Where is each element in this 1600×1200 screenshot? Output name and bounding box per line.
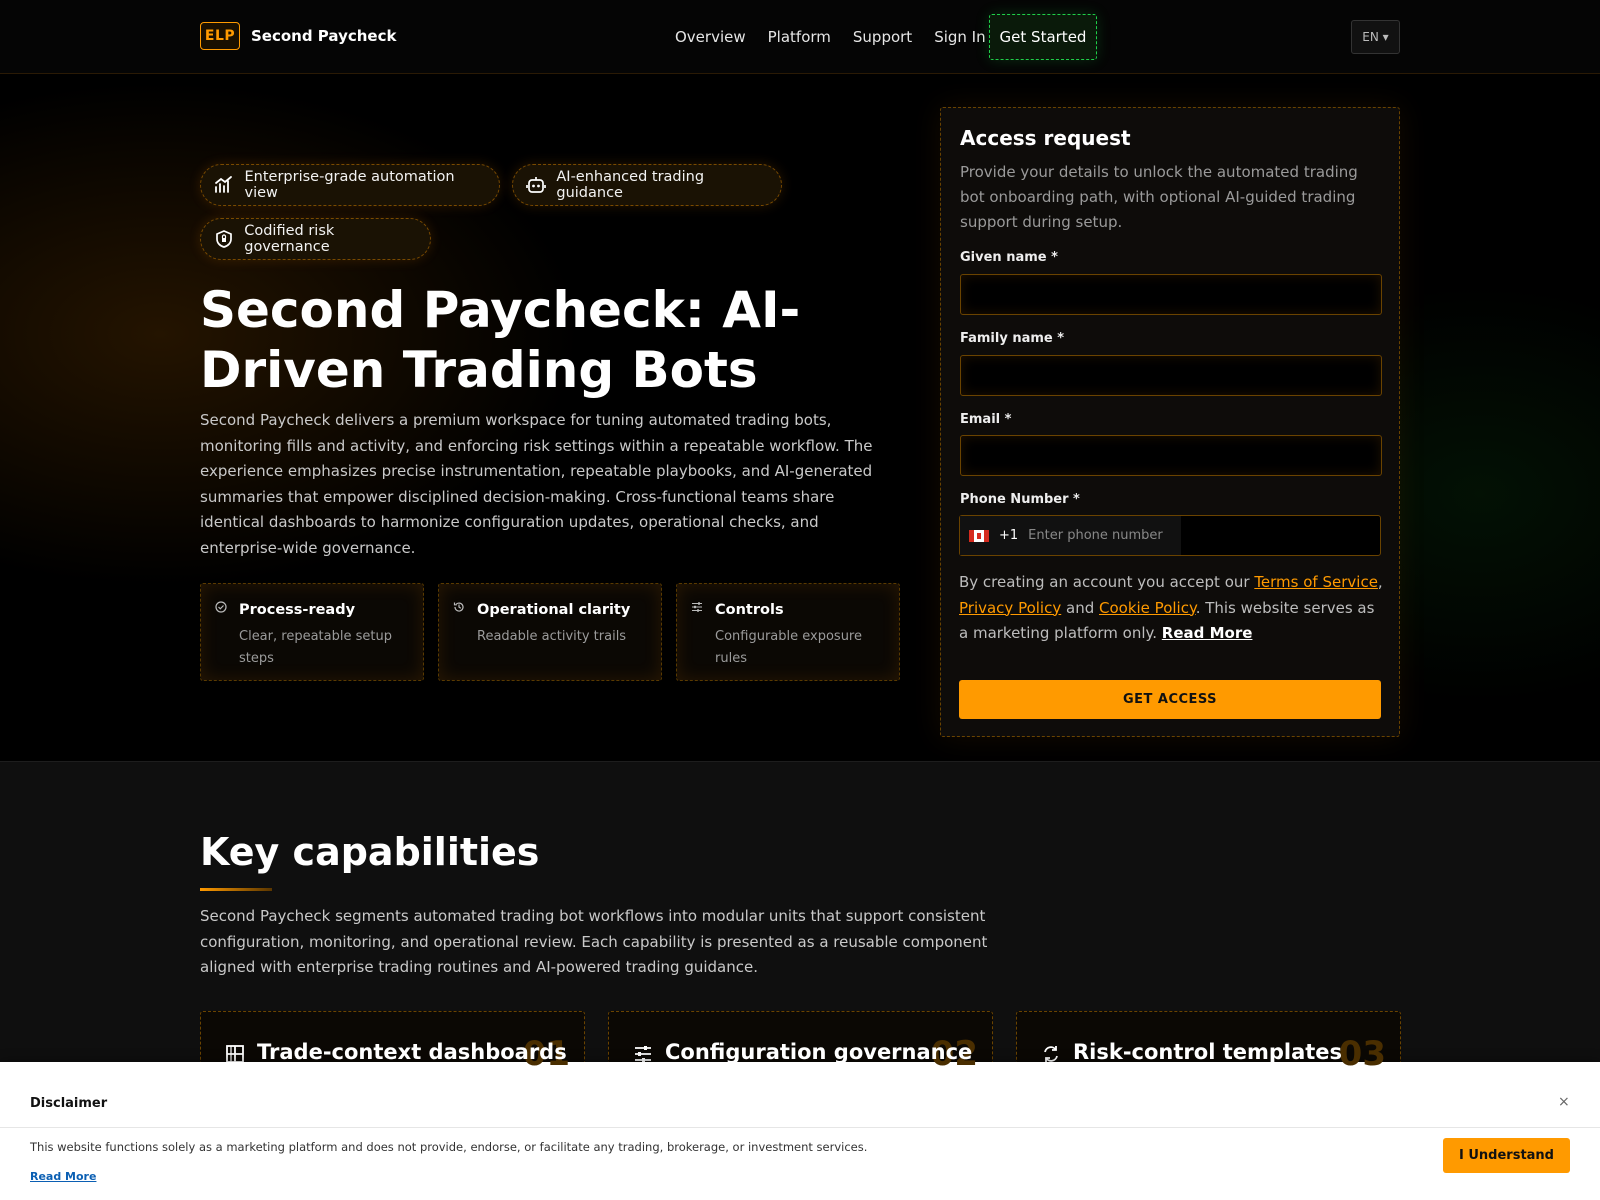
understand-button[interactable]: I Understand (1443, 1138, 1570, 1173)
cookie-link[interactable]: Cookie Policy (1099, 599, 1196, 617)
capabilities-description: Second Paycheck segments automated tradi… (200, 907, 988, 976)
logo[interactable]: ELP Second Paycheck (200, 22, 396, 50)
disclaimer-header: Disclaimer × (0, 1084, 1600, 1128)
given-name-field[interactable] (961, 275, 1381, 314)
email-label: Email * (960, 412, 1012, 427)
main-nav: Overview Platform Support Sign In (675, 22, 1008, 52)
capabilities-title: Key capabilities (200, 830, 540, 874)
capability-card-configuration[interactable]: Configuration governance 02 (608, 1011, 993, 1071)
hero-description: Second Paycheck delivers a premium works… (200, 411, 873, 557)
read-more-link[interactable]: Read More (1162, 624, 1253, 642)
feature-process-ready: Process-ready Clear, repeatable setup st… (200, 583, 424, 681)
refresh-icon (1041, 1044, 1061, 1064)
robot-icon (525, 174, 546, 196)
chip-risk-governance: Codified risk governance (200, 218, 431, 260)
feature-subtitle: Readable activity trails (477, 629, 627, 644)
shield-icon (213, 228, 234, 250)
chip-enterprise-automation: Enterprise-grade automation view (200, 164, 500, 206)
disclaimer-text: This website functions solely as a marke… (30, 1140, 868, 1154)
card-title: Risk-control templates (1073, 1040, 1343, 1064)
close-icon[interactable]: × (1558, 1094, 1570, 1110)
card-number: 03 (1338, 1034, 1386, 1071)
sliders-icon (633, 1044, 653, 1064)
canada-flag-icon[interactable] (969, 529, 989, 542)
family-name-label: Family name * (960, 331, 1065, 346)
capability-card-risk-control[interactable]: Risk-control templates 03 (1016, 1011, 1401, 1071)
check-circle-icon (215, 598, 229, 613)
phone-label: Phone Number * (960, 492, 1080, 507)
given-name-label: Given name * (960, 250, 1058, 265)
chart-icon (213, 174, 235, 196)
sliders-icon (691, 598, 705, 612)
legal-separator: , (1377, 573, 1383, 591)
email-field-wrapper (960, 435, 1382, 476)
chip-ai-guidance: AI-enhanced trading guidance (512, 164, 782, 206)
nav-overview[interactable]: Overview (675, 28, 746, 46)
card-title: Configuration governance (665, 1040, 973, 1064)
logo-badge: ELP (200, 22, 240, 50)
nav-platform[interactable]: Platform (768, 28, 831, 46)
legal-separator: and (1061, 598, 1099, 617)
nav-sign-in[interactable]: Sign In (934, 28, 985, 46)
disclaimer-read-more-link[interactable]: Read More (30, 1170, 96, 1183)
get-access-button[interactable]: GET ACCESS (959, 680, 1381, 719)
feature-subtitle: Clear, repeatable setup steps (239, 629, 392, 666)
chip-label: AI-enhanced trading guidance (556, 169, 705, 201)
disclaimer-banner: Disclaimer × (0, 1062, 1600, 1200)
privacy-link[interactable]: Privacy Policy (959, 599, 1061, 617)
phone-input-group: +1 (960, 516, 1181, 555)
hero-title: Second Paycheck: AI-Driven Trading Bots (200, 281, 801, 399)
capability-card-dashboards[interactable]: Trade-context dashboards 01 (200, 1011, 585, 1071)
brand-name: Second Paycheck (251, 27, 397, 45)
card-title: Trade-context dashboards (257, 1040, 567, 1064)
phone-number-field[interactable] (1028, 528, 1179, 543)
email-field[interactable] (961, 436, 1381, 475)
feature-title: Process-ready (239, 602, 356, 618)
get-started-button[interactable]: Get Started (989, 14, 1097, 60)
legal-notice: By creating an account you accept our Te… (959, 570, 1384, 647)
title-underline (200, 888, 272, 891)
feature-title: Operational clarity (477, 602, 631, 618)
form-title: Access request (960, 126, 1131, 150)
feature-controls: Controls Configurable exposure rules (676, 583, 900, 681)
nav-support[interactable]: Support (853, 28, 912, 46)
dial-code: +1 (999, 528, 1019, 543)
feature-subtitle: Configurable exposure rules (715, 629, 862, 666)
feature-title: Controls (715, 602, 784, 618)
family-name-field[interactable] (961, 356, 1381, 395)
family-name-field-wrapper (960, 355, 1382, 396)
phone-field-wrapper: +1 (959, 515, 1381, 556)
disclaimer-title: Disclaimer (30, 1096, 108, 1111)
feature-operational-clarity: Operational clarity Readable activity tr… (438, 583, 662, 681)
top-navigation-bar: ELP Second Paycheck Overview Platform Su… (0, 0, 1600, 74)
chip-label: Enterprise-grade automation view (244, 169, 455, 201)
form-description: Provide your details to unlock the autom… (960, 163, 1358, 231)
language-selector[interactable]: EN ▾ (1351, 20, 1400, 54)
legal-text: By creating an account you accept our (959, 573, 1255, 591)
chip-label: Codified risk governance (244, 223, 335, 255)
terms-link[interactable]: Terms of Service (1254, 573, 1378, 591)
history-icon (453, 598, 467, 612)
given-name-field-wrapper (960, 274, 1382, 315)
grid-icon (225, 1044, 245, 1064)
